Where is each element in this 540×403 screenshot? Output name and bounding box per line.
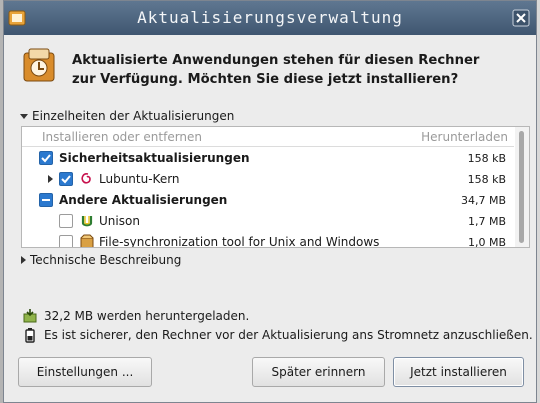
- scrollbar-thumb[interactable]: [519, 131, 524, 243]
- checkbox[interactable]: [59, 235, 73, 247]
- list-scrollbar[interactable]: [515, 127, 529, 247]
- column-header-size[interactable]: Herunterladen: [421, 130, 508, 144]
- power-advice-text: Es ist sicherer, den Rechner vor der Akt…: [44, 328, 533, 342]
- list-item[interactable]: Andere Aktualisierungen 34,7 MB: [22, 190, 514, 210]
- unison-icon: [81, 216, 93, 227]
- install-now-button[interactable]: Jetzt installieren: [393, 357, 524, 387]
- package-icon: [80, 234, 94, 247]
- list-header: Installieren oder entfernen Herunterlade…: [22, 127, 514, 147]
- collapsed-arrow-icon: [21, 256, 26, 264]
- technical-description-expander[interactable]: Technische Beschreibung: [21, 253, 181, 267]
- checkbox[interactable]: [39, 193, 53, 207]
- list-item-size: 158 kB: [467, 152, 506, 165]
- details-expander[interactable]: Einzelheiten der Aktualisierungen: [20, 109, 234, 123]
- title-bar[interactable]: Aktualisierungsverwaltung: [4, 1, 536, 35]
- battery-icon: [25, 328, 35, 343]
- checkbox[interactable]: [39, 151, 53, 165]
- list-item-size: 34,7 MB: [460, 194, 506, 207]
- update-header: Aktualisierte Anwendungen stehen für die…: [20, 45, 530, 95]
- list-item-size: 158 kB: [467, 173, 506, 186]
- technical-description-label: Technische Beschreibung: [30, 253, 182, 267]
- close-button[interactable]: [510, 7, 532, 29]
- window-title: Aktualisierungsverwaltung: [137, 8, 403, 27]
- list-item[interactable]: Sicherheitsaktualisierungen 158 kB: [22, 148, 514, 168]
- expanded-arrow-icon: [20, 113, 28, 119]
- checkbox[interactable]: [59, 214, 73, 228]
- check-icon: [41, 154, 51, 163]
- download-size-text: 32,2 MB werden heruntergeladen.: [44, 309, 250, 323]
- list-item[interactable]: File-synchronization tool for Unix and W…: [22, 232, 514, 248]
- checkbox[interactable]: [59, 172, 73, 186]
- list-item-label: File-synchronization tool for Unix and W…: [99, 235, 380, 248]
- list-item-label: Unison: [99, 214, 140, 228]
- download-info: 32,2 MB werden heruntergeladen.: [22, 308, 249, 324]
- list-item[interactable]: Unison 1,7 MB: [22, 211, 514, 231]
- list-item-size: 1,7 MB: [467, 215, 506, 228]
- list-item[interactable]: Lubuntu-Kern 158 kB: [22, 169, 514, 189]
- row-expander-arrow-icon[interactable]: [48, 175, 53, 183]
- details-expander-label: Einzelheiten der Aktualisierungen: [32, 109, 235, 123]
- column-header-name[interactable]: Installieren oder entfernen: [42, 130, 202, 144]
- header-line-1: Aktualisierte Anwendungen stehen für die…: [72, 53, 480, 68]
- download-package-icon: [23, 309, 37, 323]
- list-item-label: Sicherheitsaktualisierungen: [59, 151, 250, 165]
- software-update-icon: [23, 48, 55, 82]
- settings-button[interactable]: Einstellungen ...: [18, 357, 152, 387]
- check-icon: [61, 175, 71, 184]
- list-item-label: Lubuntu-Kern: [99, 172, 180, 186]
- power-info: Es ist sicherer, den Rechner vor der Akt…: [22, 327, 533, 343]
- close-icon: [512, 9, 530, 27]
- update-list[interactable]: Installieren oder entfernen Herunterlade…: [21, 126, 530, 248]
- remind-later-button[interactable]: Später erinnern: [252, 357, 385, 387]
- list-item-label: Andere Aktualisierungen: [59, 193, 228, 207]
- debian-swirl-icon: [81, 173, 91, 184]
- header-line-2: zur Verfügung. Möchten Sie diese jetzt i…: [72, 72, 459, 87]
- update-manager-window: Aktualisierungsverwaltung Aktualisierte …: [3, 0, 537, 403]
- partial-check-icon: [42, 199, 50, 201]
- list-item-size: 1,0 MB: [467, 236, 506, 248]
- header-message: Aktualisierte Anwendungen stehen für die…: [72, 51, 479, 89]
